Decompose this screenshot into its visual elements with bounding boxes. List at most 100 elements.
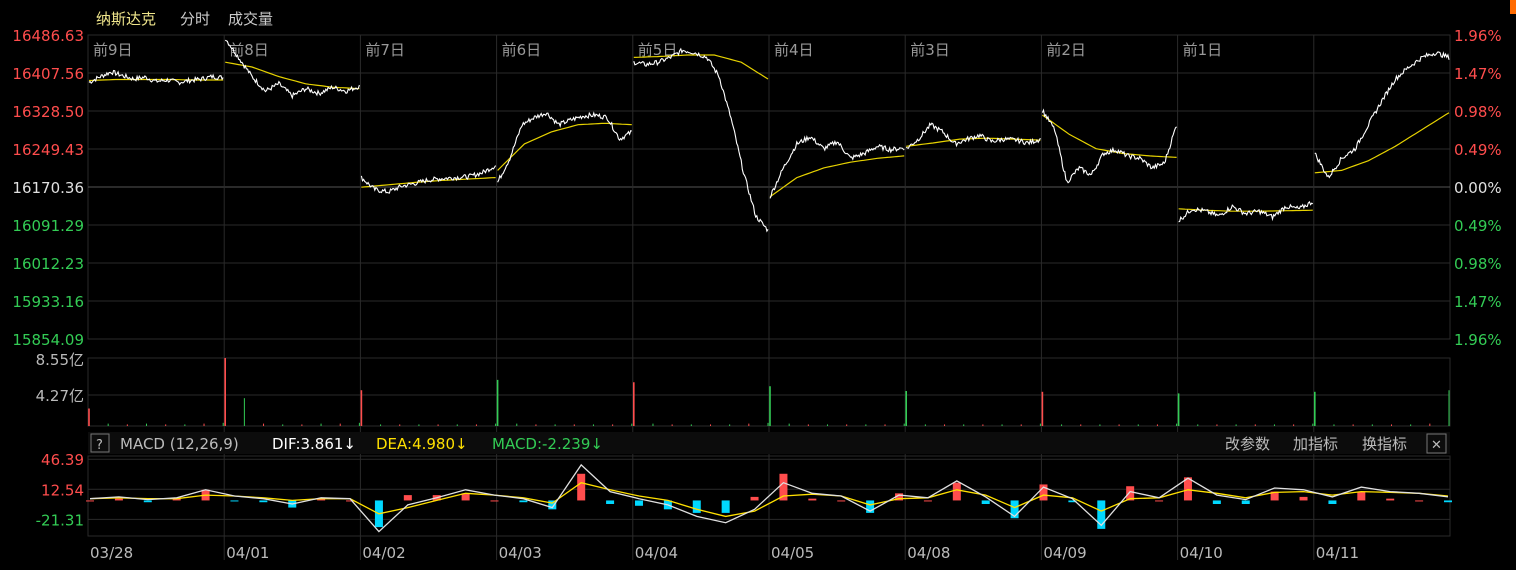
price-tick-left: 16249.43 (12, 141, 84, 159)
x-date-label: 03/28 (90, 544, 133, 562)
swap-indicator-button[interactable]: 换指标 (1362, 435, 1407, 453)
intraday-chart: 纳斯达克 分时 成交量 16486.63 1.96%16407.56 1.47%16… (12, 10, 1502, 562)
macd-histogram-bar (808, 498, 817, 501)
macd-histogram-bar (519, 500, 528, 503)
price-tick-right: 0.98% (1454, 255, 1502, 273)
day-label: 前7日 (365, 41, 405, 59)
price-line (633, 47, 769, 233)
price-line (905, 122, 1041, 149)
day-label: 前4日 (774, 41, 814, 59)
day-label: 前6日 (502, 41, 542, 59)
price-tick-left: 15933.16 (12, 293, 84, 311)
macd-histogram-bar (1357, 491, 1366, 501)
price-tick-right: 0.00% (1454, 179, 1502, 197)
price-tick-left: 15854.09 (12, 331, 84, 349)
price-tick-right: 1.96% (1454, 27, 1502, 45)
price-tick-right: 0.49% (1454, 141, 1502, 159)
macd-histogram-bar (490, 500, 499, 502)
price-tick-right: 1.47% (1454, 293, 1502, 311)
instrument-name[interactable]: 纳斯达克 (96, 10, 156, 28)
x-date-label: 04/08 (907, 544, 950, 562)
price-line (1178, 200, 1314, 223)
macd-histogram-bar (230, 500, 239, 502)
macd-histogram-bar (1212, 500, 1221, 504)
price-tick-right: 1.47% (1454, 65, 1502, 83)
macd-tick: -21.31 (36, 511, 84, 529)
x-date-label: 04/02 (362, 544, 405, 562)
average-price-line (1314, 112, 1450, 174)
day-label: 前1日 (1183, 41, 1223, 59)
price-tick-left: 16328.50 (12, 103, 84, 121)
day-label: 前2日 (1046, 41, 1086, 59)
add-indicator-button[interactable]: 加指标 (1293, 435, 1338, 453)
macd-histogram-bar (952, 482, 961, 501)
average-price-line (769, 155, 905, 198)
x-date-label: 04/03 (499, 544, 542, 562)
average-price-line (497, 122, 632, 171)
price-line (769, 135, 905, 199)
macd-header: ? MACD (12,26,9) DIF:3.861↓ DEA:4.980↓ M… (88, 432, 1450, 454)
x-date-label: 04/01 (226, 544, 269, 562)
price-tick-left: 16091.29 (12, 217, 84, 235)
x-date-label: 04/05 (771, 544, 814, 562)
price-tick-left: 16012.23 (12, 255, 84, 273)
macd-histogram-bar (114, 498, 123, 501)
price-tick-right: 0.49% (1454, 217, 1502, 235)
day-label: 前9日 (93, 41, 133, 59)
macd-histogram-bar (750, 496, 759, 501)
macd-value: MACD:-2.239↓ (492, 435, 603, 453)
help-icon[interactable]: ? (96, 438, 103, 453)
average-price-line (1042, 114, 1177, 158)
macd-histogram-bar (143, 500, 152, 503)
x-date-label: 04/10 (1180, 544, 1223, 562)
price-tick-left: 16486.63 (12, 27, 84, 45)
macd-histogram-bar (923, 500, 932, 502)
average-price-line (361, 177, 496, 188)
tab-volume[interactable]: 成交量 (228, 10, 273, 28)
x-date-label: 04/09 (1043, 544, 1086, 562)
macd-histogram-bar (259, 500, 268, 503)
macd-histogram-bar (403, 495, 412, 501)
price-line (1041, 108, 1177, 184)
macd-histogram-bar (692, 500, 701, 513)
price-tick-left: 16407.56 (12, 65, 84, 83)
x-date-label: 04/04 (635, 544, 678, 562)
macd-histogram-bar (837, 500, 846, 502)
macd-histogram-bar (1415, 500, 1424, 502)
volume-pane: 8.55亿 4.27亿 (36, 351, 1451, 427)
macd-histogram-bar (86, 500, 94, 502)
macd-histogram-bar (1328, 500, 1337, 504)
change-params-button[interactable]: 改参数 (1225, 435, 1270, 453)
tab-timeshare[interactable]: 分时 (180, 10, 210, 28)
macd-histogram-bar (981, 500, 990, 504)
volume-tick: 4.27亿 (36, 387, 84, 405)
dif-value: DIF:3.861↓ (272, 435, 356, 453)
price-line (360, 165, 497, 194)
macd-tick: 12.54 (41, 481, 84, 499)
price-line (1314, 51, 1450, 179)
macd-histogram-bar (577, 473, 586, 501)
price-tick-left: 16170.36 (12, 179, 84, 197)
x-axis: 03/28 04/01 04/02 04/03 04/04 04/05 04/08 04/09… (90, 544, 1359, 562)
macd-histogram-bar (721, 500, 730, 513)
macd-histogram-bar (634, 500, 643, 506)
price-tick-right: 0.98% (1454, 103, 1502, 121)
volume-tick: 8.55亿 (36, 351, 84, 369)
close-icon[interactable]: ✕ (1431, 438, 1442, 453)
price-line (497, 111, 632, 183)
macd-histogram-bar (606, 500, 615, 504)
macd-histogram-bar (1241, 500, 1250, 504)
x-date-label: 04/11 (1316, 544, 1359, 562)
macd-pane: 46.39 12.54 -21.31 (36, 451, 1452, 537)
price-tick-right: 1.96% (1454, 331, 1502, 349)
macd-histogram-bar (1155, 500, 1164, 502)
day-label: 前3日 (910, 41, 950, 59)
macd-tick: 46.39 (41, 451, 84, 469)
price-pane: 16486.63 1.96% 16407.56 1.47% 16328.50 0.98% 1… (12, 27, 1502, 560)
macd-histogram-bar (1299, 496, 1308, 501)
day-label: 前8日 (229, 41, 269, 59)
macd-histogram-bar (1444, 500, 1452, 503)
macd-title: MACD (12,26,9) (120, 435, 239, 453)
macd-histogram-bar (1386, 498, 1395, 501)
dea-value: DEA:4.980↓ (376, 435, 468, 453)
